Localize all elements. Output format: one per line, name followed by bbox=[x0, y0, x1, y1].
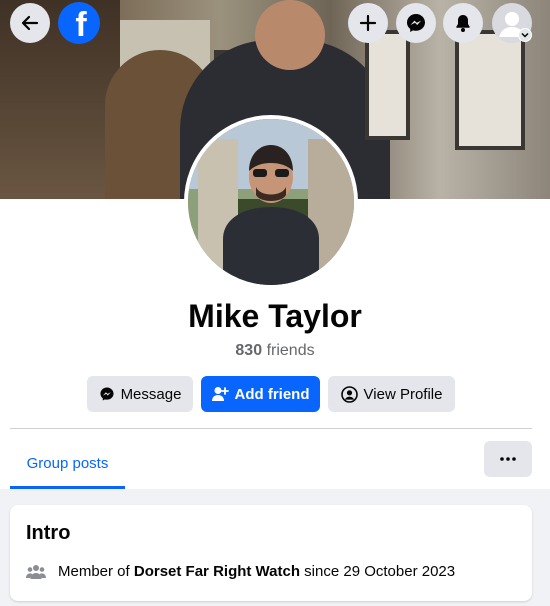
messenger-icon bbox=[407, 14, 425, 32]
since-date: 29 October 2023 bbox=[343, 563, 456, 580]
view-profile-button[interactable]: View Profile bbox=[328, 376, 455, 412]
messenger-button[interactable] bbox=[396, 3, 436, 43]
view-profile-button-label: View Profile bbox=[363, 385, 443, 403]
group-members-icon bbox=[26, 564, 46, 579]
intro-card: Intro Member of Dorset Far Right Watch s… bbox=[10, 505, 532, 601]
messenger-icon bbox=[100, 387, 114, 401]
message-button-label: Message bbox=[120, 385, 182, 403]
tab-label: Group posts bbox=[26, 454, 109, 472]
since-text: since bbox=[304, 563, 340, 580]
message-button[interactable]: Message bbox=[87, 376, 193, 412]
account-menu-chevron[interactable] bbox=[518, 28, 532, 42]
tab-group-posts[interactable]: Group posts bbox=[10, 440, 125, 489]
profile-photo-image bbox=[188, 119, 354, 285]
group-link[interactable]: Dorset Far Right Watch bbox=[134, 563, 300, 580]
friends-count-label: friends bbox=[266, 342, 315, 359]
friends-count[interactable]: 830 friends bbox=[0, 342, 550, 360]
more-dots-icon bbox=[500, 457, 516, 461]
add-friend-button-label: Add friend bbox=[234, 385, 310, 403]
create-button[interactable] bbox=[348, 3, 388, 43]
plus-icon bbox=[359, 14, 377, 32]
cover-picture-frame bbox=[455, 30, 525, 150]
profile-picture[interactable] bbox=[184, 115, 358, 289]
add-friend-icon bbox=[211, 387, 229, 401]
facebook-logo[interactable]: f bbox=[58, 2, 100, 44]
divider bbox=[10, 428, 532, 429]
facebook-logo-letter: f bbox=[75, 6, 87, 44]
chevron-down-icon bbox=[521, 32, 529, 38]
cover-person-face bbox=[255, 0, 325, 70]
member-of-text: Member of bbox=[58, 563, 130, 580]
intro-text: Member of Dorset Far Right Watch since 2… bbox=[58, 563, 455, 580]
profile-name: Mike Taylor bbox=[188, 298, 362, 334]
profile-circle-icon bbox=[340, 385, 358, 403]
cover-picture-frame bbox=[365, 30, 410, 140]
notifications-button[interactable] bbox=[443, 3, 483, 43]
back-button[interactable] bbox=[10, 3, 50, 43]
more-options-button[interactable] bbox=[484, 441, 532, 477]
intro-group-membership: Member of Dorset Far Right Watch since 2… bbox=[26, 563, 455, 580]
friends-count-number: 830 bbox=[235, 342, 263, 359]
add-friend-button[interactable]: Add friend bbox=[201, 376, 320, 412]
intro-title: Intro bbox=[26, 522, 71, 544]
arrow-left-icon bbox=[21, 15, 39, 31]
bell-icon bbox=[456, 15, 470, 32]
